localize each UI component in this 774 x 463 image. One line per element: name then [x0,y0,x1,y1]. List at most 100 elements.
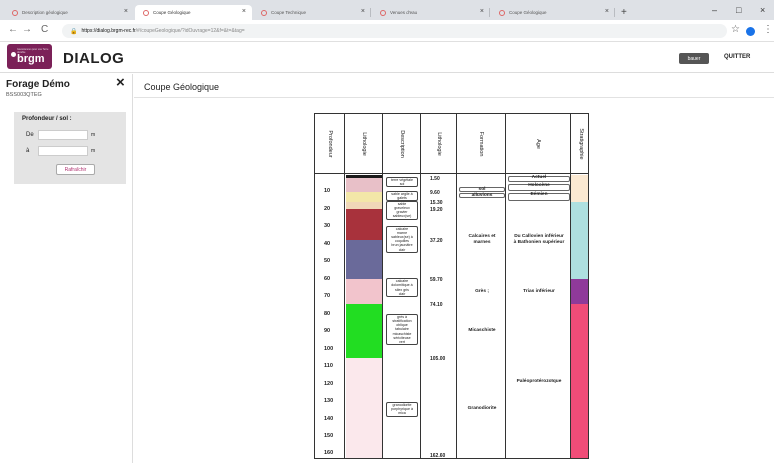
browser-tab[interactable]: Coupe Géologique × [491,5,615,20]
formation-label: Micaschiste [468,328,496,334]
to-label: à [26,148,30,154]
lithology-layer [346,191,382,202]
browser-tab[interactable]: Venues d'eau × [372,5,490,20]
browser-tab[interactable]: Coupe Technique × [253,5,371,20]
stratigraphy-header: Stratigraphie [571,114,588,174]
stratigraphy-band [571,304,588,458]
tab-label: Coupe Géologique [153,10,191,15]
url-domain: https://dialog.brgm-rec.fr [81,28,136,34]
depth-from-input[interactable] [38,130,88,140]
tab-favicon-icon [143,9,149,16]
depth-tick-label: 140 [324,415,334,422]
title-divider [134,97,774,98]
depth-tick-label: 100 [324,345,334,352]
depth-tick-label: 50 [324,258,331,265]
logo-dot-icon [11,52,16,57]
stratigraphy-band [571,201,588,280]
lock-icon: 🔒 [70,28,78,35]
depth-tick-label: 10 [324,188,331,195]
lithology-layer [346,358,382,458]
depth-tick-label: 160 [324,450,334,457]
lithology-layer [346,304,382,359]
quit-button[interactable]: QUITTER [724,54,750,60]
user-button[interactable]: bauer [679,53,709,64]
layer-description: calcaire marne sableux(se) à coquilles b… [386,225,418,253]
lithology-layer [346,279,382,305]
layer-description: sable argile à galets [386,190,418,202]
boundary-depth-label: 105.00 [430,356,446,363]
depth-tick-label: 130 [324,398,334,405]
lithology-header: Lithologie [345,114,382,174]
page-title: Coupe Géologique [144,82,220,92]
close-window-button[interactable]: × [760,5,765,15]
layer-description: grès à stratification oblique tabulaire … [386,313,418,346]
tab-close-icon[interactable]: × [242,8,246,15]
formation-column: Formation sol alluvions Calcaires et marne… [456,114,505,458]
browser-tab[interactable]: Description géologique × [4,5,134,20]
bookmark-star-icon[interactable]: ☆ [731,24,740,35]
borehole-title: Forage Démo [6,79,70,90]
brgm-logo[interactable]: Géosciences pour une Terre durable brgm [7,44,52,69]
tab-close-icon[interactable]: × [480,8,484,15]
boundary-depth-label: 19.20 [430,206,443,213]
lithology-column: Lithologie [344,114,382,458]
stratigraphy-band [571,279,588,305]
lithology-depth-header: Lithologie [421,114,456,174]
forward-arrow-icon[interactable]: → [22,24,32,35]
from-unit: m [91,132,96,138]
tab-close-icon[interactable]: × [124,8,128,15]
depth-tick-label: 120 [324,380,334,387]
description-header: Description [383,114,420,174]
depth-tick-label: 30 [324,223,331,230]
new-tab-button[interactable]: + [621,7,627,18]
browser-menu-icon[interactable]: ⋮ [763,24,773,35]
formation-label: Grès ; [475,288,489,294]
lithology-layer [346,239,382,280]
reload-icon[interactable]: C [41,24,48,35]
depth-column: Profondeur 10 20 30 40 50 60 70 80 90 100 110 120 13… [315,114,344,458]
close-sidebar-icon[interactable]: × [116,74,125,91]
filter-heading: Profondeur / sol : [22,116,72,122]
profile-avatar[interactable] [746,27,755,36]
depth-tick-label: 110 [324,363,333,370]
browser-tab-active[interactable]: Coupe Géologique × [135,5,252,20]
age-label: Du Callovien inférieur à Bathonien supér… [513,234,565,246]
depth-tick-label: 150 [324,432,334,439]
boundary-depth-label: 74.10 [430,302,443,309]
boundary-depth-label: 162.60 [430,453,446,459]
depth-tick-label: 80 [324,310,331,317]
app-title: DIALOG [63,50,125,67]
age-label: Trias inférieur [523,288,555,294]
depth-tick-label: 90 [324,328,331,335]
depth-tick-label: 70 [324,293,331,300]
stratigraphy-column: Stratigraphie [570,114,588,458]
depth-tick-label: 20 [324,205,331,212]
maximize-button[interactable]: □ [736,5,741,15]
formation-label: Calcaires et marnes [468,234,496,246]
description-column: Description terre végétale sol sable argi… [382,114,420,458]
borehole-code: BSS003QTEG [6,92,42,98]
address-bar[interactable]: 🔒 https://dialog.brgm-rec.fr /#/coupeGeo… [62,24,727,38]
logo-text: brgm [17,53,45,65]
age-label: Paléoprotérozoïque [516,378,562,384]
browser-toolbar: ← → C 🔒 https://dialog.brgm-rec.fr /#/co… [0,20,774,42]
back-arrow-icon[interactable]: ← [8,24,18,35]
age-label: Eémien [530,191,548,197]
tab-label: Coupe Technique [271,10,306,15]
tab-close-icon[interactable]: × [605,8,609,15]
tab-close-icon[interactable]: × [361,8,365,15]
tab-favicon-icon [12,9,18,16]
boundary-depth-label: 37.20 [430,237,443,244]
depth-tick-label: 60 [324,275,331,282]
minimize-button[interactable]: – [712,5,717,15]
layer-description: sable graveleux gravier sableux(se) [386,200,418,220]
formation-label: alluvions [471,192,493,198]
boundary-depth-label: 9.60 [430,189,440,196]
formation-header: Formation [457,114,505,174]
age-column: Age Actuel Holocène Eémien Du Callovien inf… [505,114,570,458]
refresh-button[interactable]: Rafraîchir [56,164,95,175]
age-header: Age [506,114,570,174]
tab-favicon-icon [261,9,267,16]
boundary-depth-column: Lithologie 1.50 9.60 15.30 19.20 37.20 59.70 7… [420,114,456,459]
depth-to-input[interactable] [38,146,88,156]
